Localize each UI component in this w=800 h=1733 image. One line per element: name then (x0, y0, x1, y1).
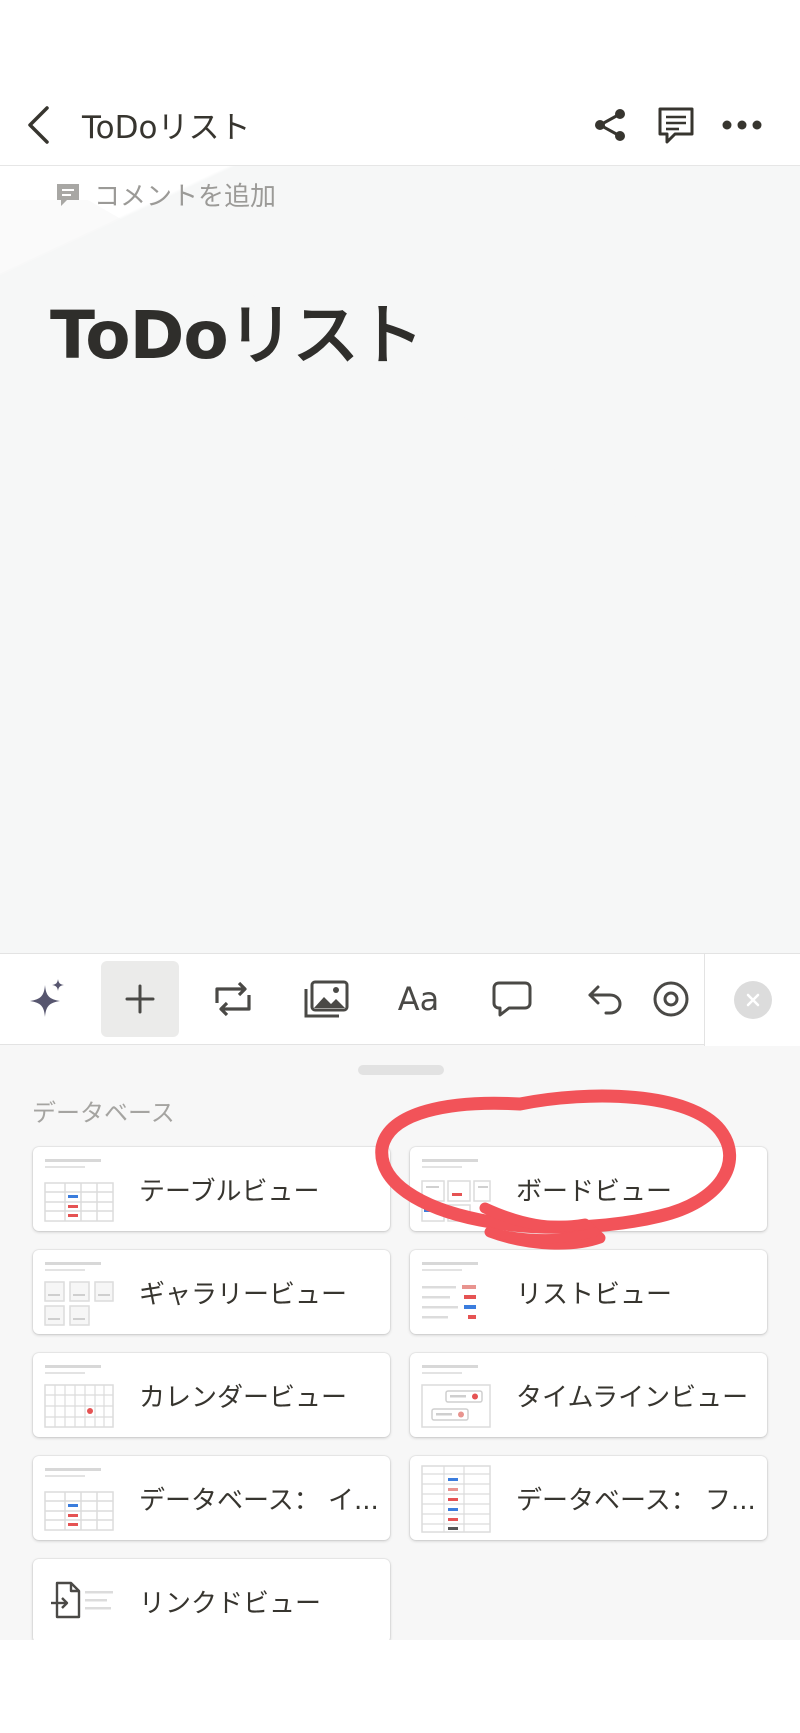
at-sign-icon (653, 981, 689, 1017)
list-view-icon (422, 1262, 478, 1319)
section-label-database: データベース (32, 1099, 175, 1127)
table-view-icon (44, 1159, 114, 1222)
ai-button[interactable] (0, 953, 93, 1045)
header-title: ToDoリスト (82, 110, 251, 146)
share-icon (595, 108, 625, 141)
top-navigation-bar: ToDoリスト (0, 84, 800, 166)
fullpage-database-label: データベース： フ... (516, 1485, 756, 1516)
close-toolbar-button[interactable] (704, 954, 800, 1046)
fullpage-database-option[interactable]: データベース： フ... (410, 1456, 767, 1540)
calendar-view-option[interactable]: カレンダービュー (33, 1353, 390, 1437)
add-block-button[interactable] (93, 953, 186, 1045)
comment-filled-icon (57, 183, 79, 206)
back-button[interactable] (0, 84, 76, 166)
chevron-left-icon (28, 105, 49, 144)
sparkles-icon (29, 979, 64, 1017)
gallery-view-label: ギャラリービュー (139, 1279, 348, 1310)
block-picker-sheet: データベース テーブルビュー ボードビュー ギャラリービュー リストビュー カレ… (0, 1045, 800, 1643)
inline-database-option[interactable]: データベース： イ... (33, 1456, 390, 1540)
linked-view-label: リンクドビュー (139, 1588, 322, 1619)
more-horizontal-icon (722, 120, 762, 129)
fullpage-database-icon (421, 1465, 491, 1533)
list-view-option[interactable]: リストビュー (410, 1250, 767, 1334)
timeline-view-label: タイムラインビュー (516, 1382, 749, 1413)
board-view-icon (421, 1159, 491, 1222)
bottom-safe-area (0, 1640, 800, 1733)
inline-database-icon (44, 1468, 114, 1531)
add-comment-label: コメントを追加 (94, 182, 277, 212)
timeline-view-option[interactable]: タイムラインビュー (410, 1353, 767, 1437)
mention-button[interactable] (651, 953, 691, 1045)
board-view-option[interactable]: ボードビュー (410, 1147, 767, 1231)
plus-icon (125, 984, 154, 1014)
media-button[interactable] (279, 953, 372, 1045)
calendar-view-icon (44, 1365, 114, 1428)
more-options-button[interactable] (720, 103, 764, 147)
gallery-view-option[interactable]: ギャラリービュー (33, 1250, 390, 1334)
sheet-drag-handle[interactable] (358, 1065, 444, 1075)
gallery-view-icon (44, 1262, 114, 1326)
page-title[interactable]: ToDoリスト (50, 282, 424, 378)
header-actions (588, 103, 800, 147)
linked-view-option[interactable]: リンクドビュー (33, 1559, 390, 1643)
comments-button[interactable] (654, 103, 698, 147)
linked-view-icon (51, 1581, 113, 1619)
close-icon (746, 993, 759, 1007)
add-comment-button[interactable]: コメントを追加 (54, 176, 276, 213)
turn-into-icon (214, 981, 251, 1017)
table-view-label: テーブルビュー (139, 1176, 320, 1207)
editor-toolbar: Aa (0, 953, 800, 1046)
share-button[interactable] (588, 103, 632, 147)
list-view-label: リストビュー (516, 1279, 673, 1310)
text-style-button[interactable]: Aa (372, 953, 465, 1045)
comment-toolbar-button[interactable] (465, 953, 558, 1045)
calendar-view-label: カレンダービュー (139, 1382, 348, 1413)
board-view-label: ボードビュー (516, 1176, 673, 1207)
timeline-view-icon (421, 1365, 491, 1428)
speech-bubble-icon (492, 981, 531, 1017)
comment-icon (658, 107, 694, 143)
text-style-label: Aa (397, 980, 440, 1018)
undo-button[interactable] (558, 953, 651, 1045)
undo-icon (588, 985, 622, 1015)
table-view-option[interactable]: テーブルビュー (33, 1147, 390, 1231)
turn-into-button[interactable] (186, 953, 279, 1045)
image-icon (304, 980, 348, 1018)
inline-database-label: データベース： イ... (139, 1485, 379, 1516)
